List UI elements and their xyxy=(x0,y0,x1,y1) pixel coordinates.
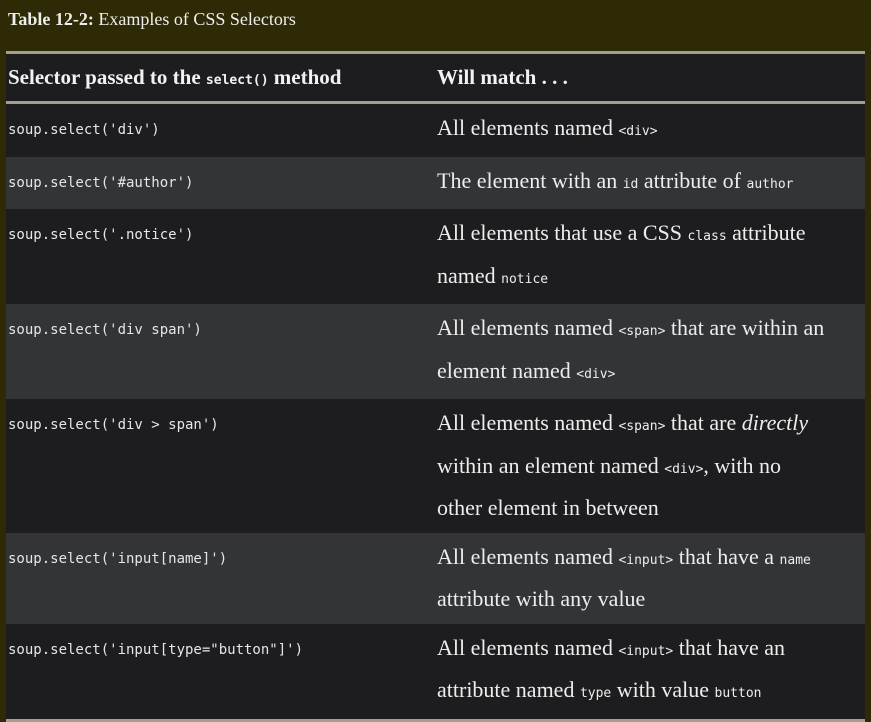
table-row: soup.select('#author') The element with a… xyxy=(6,156,865,209)
description-text: All elements named xyxy=(437,410,619,435)
description-line: All elements named <span> that are withi… xyxy=(437,309,865,352)
inline-code: <div> xyxy=(618,124,658,139)
description-text: All elements that use a CSS xyxy=(437,220,688,245)
selector-cell: soup.select('.notice') xyxy=(6,209,437,304)
description-cell: All elements named <span> that are direc… xyxy=(437,399,865,533)
table-row: soup.select('div > span') All elements na… xyxy=(6,399,865,533)
description-text: All elements named xyxy=(437,634,619,660)
css-selectors-table: Selector passed to the select() method W… xyxy=(6,51,865,722)
description-text: All elements named xyxy=(437,543,619,569)
description-line: All elements named <input> that have an xyxy=(437,629,865,672)
table-header: Selector passed to the select() method W… xyxy=(6,54,865,104)
description-text: within an element named xyxy=(437,452,665,478)
description-line: element named <div> xyxy=(437,352,865,395)
inline-code: <input> xyxy=(618,643,674,659)
header-row: Selector passed to the select() method W… xyxy=(6,54,865,104)
description-line: All elements named <div> xyxy=(437,109,865,152)
inline-code: <span> xyxy=(618,419,666,434)
description-text: All elements named xyxy=(437,315,619,340)
header-selector: Selector passed to the select() method xyxy=(6,54,437,104)
table-row: soup.select('input[name]') All elements n… xyxy=(6,532,865,624)
selector-cell: soup.select('div') xyxy=(6,102,437,157)
description-text: that have an xyxy=(673,634,786,660)
table-caption-text: Examples of CSS Selectors xyxy=(93,9,296,29)
selector-cell: soup.select('#author') xyxy=(6,156,437,209)
table-row: soup.select('.notice') All elements that … xyxy=(6,209,865,304)
selector-cell: soup.select('div > span') xyxy=(6,399,437,533)
description-line: named notice xyxy=(437,257,865,300)
inline-code: <input> xyxy=(618,552,674,568)
description-cell: All elements named <div> xyxy=(437,102,865,157)
description-text: that are within an xyxy=(665,315,825,340)
description-text: attribute with any value xyxy=(437,586,646,611)
description-cell: All elements that use a CSS class attrib… xyxy=(437,209,865,304)
header-will-match: Will match . . . xyxy=(437,54,865,104)
description-text: , with no xyxy=(703,452,782,478)
emphasis-text: directly xyxy=(741,410,809,435)
inline-code: name xyxy=(779,552,811,568)
header-selector-code: select() xyxy=(205,73,269,88)
description-cell: All elements named <input> that have a n… xyxy=(437,532,865,624)
description-line: within an element named <div>, with no xyxy=(437,447,865,490)
selector-cell: soup.select('div span') xyxy=(6,304,437,399)
description-text: attribute of xyxy=(638,167,747,193)
description-line: All elements that use a CSS class attrib… xyxy=(437,214,865,257)
description-text: other element in between xyxy=(437,495,659,520)
inline-code: <div> xyxy=(664,461,704,477)
header-selector-pre: Selector passed to the xyxy=(8,65,206,89)
inline-code: <div> xyxy=(576,366,616,382)
description-text: attribute xyxy=(726,220,806,245)
selector-cell: soup.select('input[name]') xyxy=(6,532,437,624)
header-selector-post: method xyxy=(268,65,342,89)
description-text: element named xyxy=(437,357,577,383)
inline-code: class xyxy=(687,229,727,244)
description-cell: All elements named <span> that are withi… xyxy=(437,304,865,399)
description-cell: The element with an id attribute of auth… xyxy=(437,156,865,209)
description-text: The element with an xyxy=(437,167,623,193)
description-text: named xyxy=(437,262,502,288)
description-line: All elements named <span> that are direc… xyxy=(437,404,865,447)
description-line: attribute named type with value button xyxy=(437,671,865,714)
table-body: soup.select('div') All elements named <di… xyxy=(6,102,865,719)
description-text: All elements named xyxy=(437,115,619,140)
inline-code: notice xyxy=(501,271,549,287)
description-line: other element in between xyxy=(437,489,865,528)
description-text: that have a xyxy=(673,543,780,569)
table-row: soup.select('div span') All elements name… xyxy=(6,304,865,399)
table-row: soup.select('input[type="button"]') All e… xyxy=(6,623,865,719)
description-text: attribute named xyxy=(437,677,580,702)
table-caption: Table 12-2: Examples of CSS Selectors xyxy=(8,9,296,30)
selectors-table: Selector passed to the select() method W… xyxy=(6,54,865,719)
table-row: soup.select('div') All elements named <di… xyxy=(6,102,865,157)
inline-code: id xyxy=(622,176,639,192)
inline-code: author xyxy=(746,176,794,192)
table-caption-label: Table 12-2: xyxy=(8,9,94,29)
inline-code: <span> xyxy=(618,324,666,339)
description-line: attribute with any value xyxy=(437,580,865,619)
description-text: that are xyxy=(665,410,742,435)
description-text: with value xyxy=(611,677,715,702)
description-cell: All elements named <input> that have an a… xyxy=(437,623,865,719)
selector-cell: soup.select('input[type="button"]') xyxy=(6,623,437,719)
description-line: The element with an id attribute of auth… xyxy=(437,162,865,205)
description-line: All elements named <input> that have a n… xyxy=(437,538,865,581)
